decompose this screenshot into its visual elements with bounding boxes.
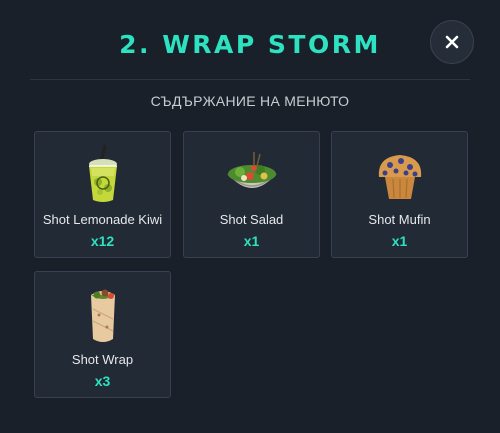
- menu-modal: 2. WRAP STORM СЪДЪРЖАНИЕ НА МЕНЮТО Shot …: [0, 0, 500, 433]
- item-quantity: x12: [90, 233, 115, 249]
- item-name: Shot Mufin: [368, 212, 431, 227]
- item-name: Shot Wrap: [71, 352, 134, 367]
- item-name: Shot Lemonade Kiwi: [42, 212, 163, 227]
- modal-title: 2. WRAP STORM: [119, 30, 381, 59]
- menu-item-card[interactable]: Shot Mufin x1: [331, 131, 468, 258]
- item-quantity: x1: [243, 233, 260, 249]
- close-button[interactable]: [430, 20, 474, 64]
- item-quantity: x1: [391, 233, 408, 249]
- menu-item-card[interactable]: Shot Wrap x3: [34, 271, 171, 398]
- menu-item-card[interactable]: Shot Lemonade Kiwi x12: [34, 131, 171, 258]
- item-name: Shot Salad: [219, 212, 284, 227]
- lemonade-cup-icon: [35, 144, 170, 206]
- menu-item-card[interactable]: Shot Salad x1: [183, 131, 320, 258]
- close-icon: [445, 35, 459, 49]
- item-quantity: x3: [94, 373, 111, 389]
- menu-contents-heading: СЪДЪРЖАНИЕ НА МЕНЮТО: [150, 93, 350, 109]
- salad-bowl-icon: [184, 144, 319, 206]
- muffin-icon: [332, 144, 467, 206]
- divider: [30, 79, 470, 80]
- wrap-icon: [35, 284, 170, 346]
